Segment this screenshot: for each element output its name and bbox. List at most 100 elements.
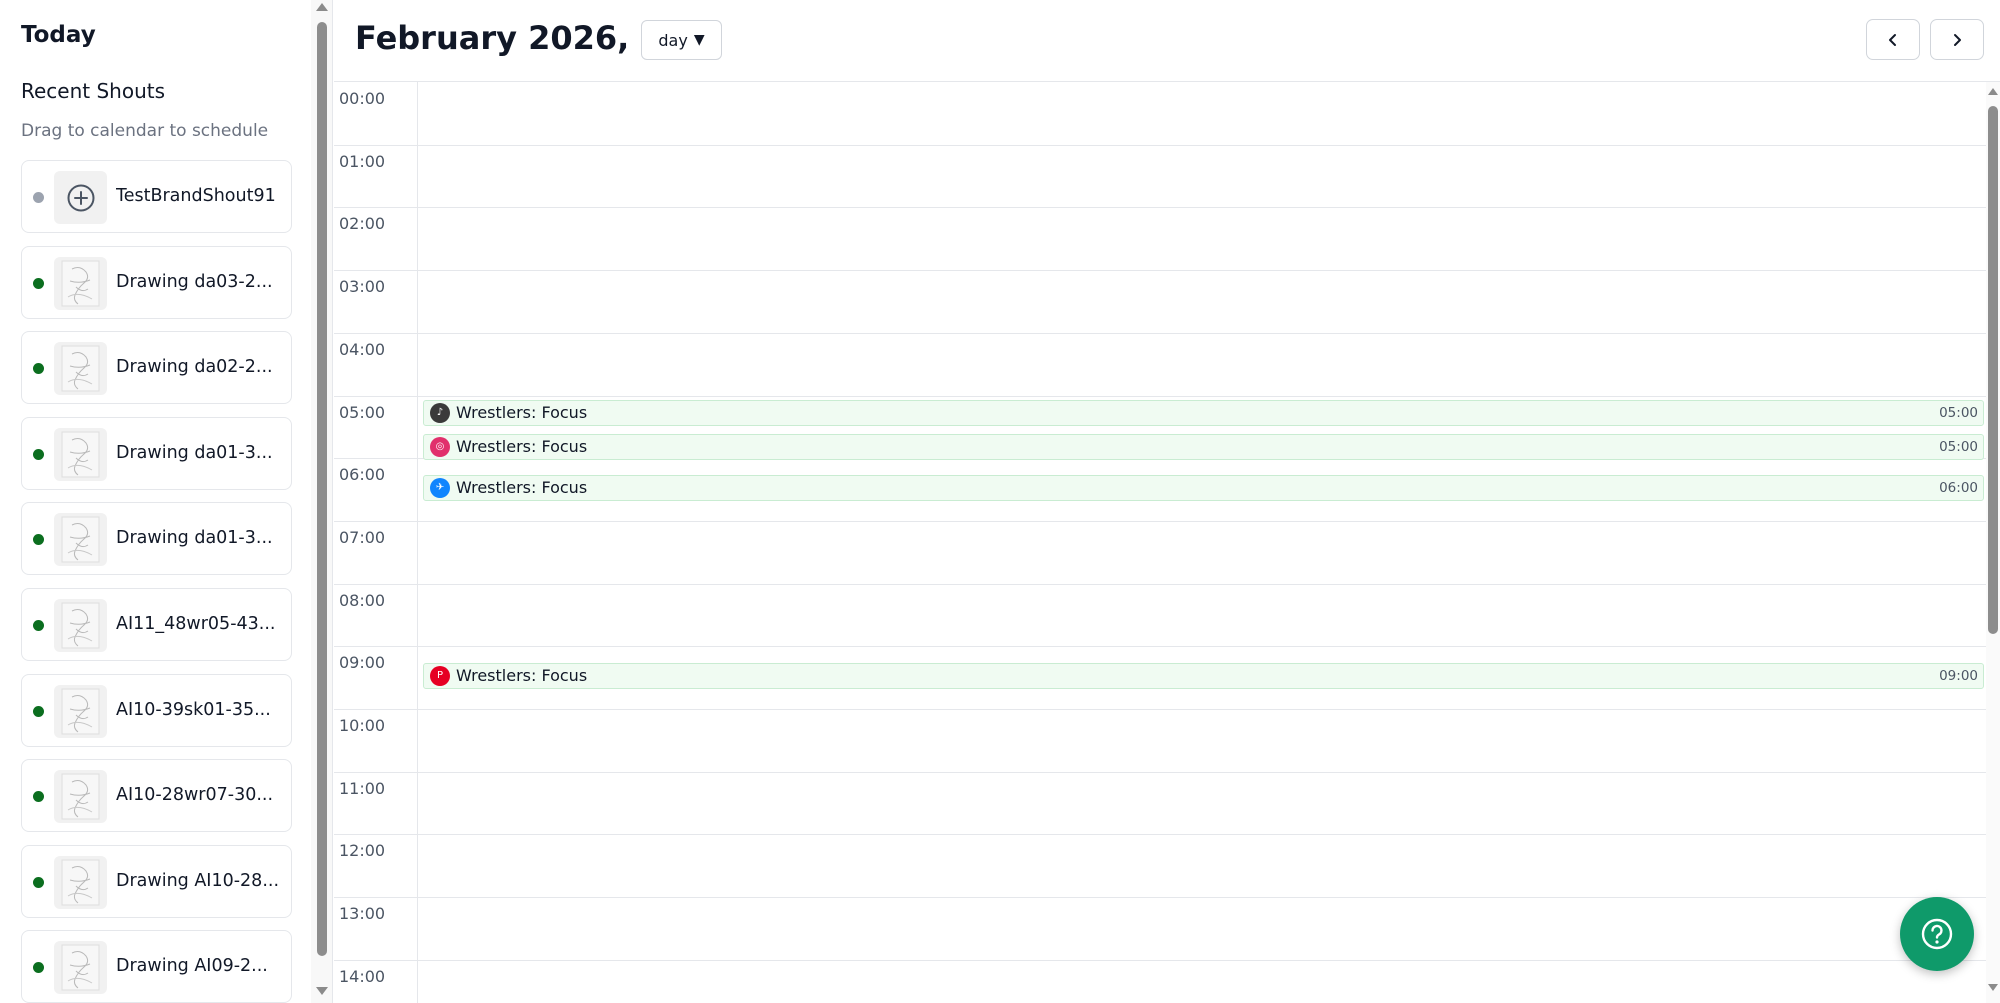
hour-slot-line	[418, 897, 1986, 899]
calendar-scrollbar[interactable]	[1986, 82, 2000, 1003]
shout-title: AI10-39sk01-35...	[116, 699, 271, 720]
sketch-image-icon	[61, 516, 100, 563]
calendar-event[interactable]: P Wrestlers: Focus 09:00	[423, 662, 1984, 689]
gutter-line	[334, 583, 418, 585]
status-dot	[33, 876, 44, 888]
gutter-line	[334, 332, 418, 334]
sidebar-scrollbar[interactable]	[311, 0, 333, 1003]
next-day-button[interactable]	[1930, 19, 1984, 60]
hour-label: 04:00	[339, 339, 386, 359]
hour-label: 12:00	[339, 841, 386, 861]
day-grid[interactable]: 00:00 01:00 02:00 03:00 04:00 05:00 06:00 07:00…	[334, 82, 1986, 1003]
gutter-line	[334, 270, 418, 272]
prev-day-button[interactable]	[1866, 19, 1920, 60]
shout-card[interactable]: Drawing da02-2...	[21, 331, 292, 405]
sketch-image-icon	[61, 773, 100, 820]
shout-card[interactable]: Drawing da03-2...	[21, 245, 292, 319]
view-select[interactable]: day ▼	[641, 20, 722, 60]
drag-hint: Drag to calendar to schedule	[21, 121, 269, 141]
sidebar: Today Recent Shouts Drag to calendar to …	[0, 0, 311, 1003]
calendar-header: February 2026, 4 day ▼	[334, 0, 2000, 82]
status-dot	[33, 448, 44, 460]
shout-card[interactable]: Drawing da01-3...	[21, 416, 292, 490]
hour-slot-line	[418, 395, 1986, 397]
shout-title: Drawing da03-2...	[116, 271, 273, 292]
sketch-image-icon	[61, 859, 100, 906]
sketch-image-icon	[61, 944, 100, 991]
shout-card[interactable]: TestBrandShout91	[21, 160, 292, 233]
shout-title: Drawing AI09-2...	[116, 956, 268, 977]
status-dot	[33, 277, 44, 289]
chevron-left-icon	[1889, 33, 1896, 46]
hour-slot-line	[418, 646, 1986, 648]
shout-card[interactable]: AI11_48wr05-43...	[21, 587, 292, 661]
status-dot	[33, 363, 44, 375]
hour-label: 01:00	[339, 151, 386, 171]
scroll-up-arrow-icon[interactable]	[1988, 88, 1998, 95]
status-dot	[33, 962, 44, 974]
sketch-image-icon	[61, 345, 100, 392]
shout-title: AI10-28wr07-30...	[116, 785, 274, 806]
shout-card[interactable]: AI10-39sk01-35...	[21, 673, 292, 747]
shout-title: AI11_48wr05-43...	[116, 613, 276, 634]
scroll-down-arrow-icon[interactable]	[1988, 984, 1998, 991]
hour-slot-line	[418, 207, 1986, 209]
event-title: Wrestlers: Focus	[456, 666, 588, 686]
shout-title: TestBrandShout91	[116, 186, 276, 206]
shout-card[interactable]: Drawing da01-3...	[21, 502, 292, 576]
help-button[interactable]	[1900, 897, 1974, 971]
hour-slot-line	[418, 771, 1986, 773]
hour-label: 11:00	[339, 778, 386, 798]
shout-title: Drawing da01-3...	[116, 528, 273, 549]
plus-circle-icon	[67, 184, 94, 211]
status-dot	[33, 619, 44, 631]
sketch-image-icon	[61, 688, 100, 735]
sketch-thumbnail	[54, 513, 107, 567]
calendar-event[interactable]: ◎ Wrestlers: Focus 05:00	[423, 433, 1984, 460]
sketch-thumbnail	[54, 427, 107, 481]
view-select-value: day	[658, 30, 688, 50]
sketch-image-icon	[61, 260, 100, 307]
calendar-event[interactable]: ✈ Wrestlers: Focus 06:00	[423, 474, 1984, 501]
time-gutter: 00:00 01:00 02:00 03:00 04:00 05:00 06:00 07:00…	[334, 82, 418, 1003]
gutter-line	[334, 395, 418, 397]
hour-slot-line	[418, 520, 1986, 522]
hour-label: 13:00	[339, 904, 386, 924]
help-circle-icon	[1921, 918, 1953, 950]
shout-title: Drawing AI10-28...	[116, 870, 280, 891]
calendar-event[interactable]: ♪ Wrestlers: Focus 05:00	[423, 399, 1984, 426]
calendar-scroll-thumb[interactable]	[1988, 106, 1998, 634]
sketch-image-icon	[61, 602, 100, 649]
event-title: Wrestlers: Focus	[456, 478, 588, 498]
gutter-line	[334, 959, 418, 961]
add-shout-thumbnail	[54, 171, 107, 224]
event-time: 05:00	[1939, 438, 1978, 455]
scroll-up-arrow-icon[interactable]	[316, 3, 328, 11]
sidebar-scroll-thumb[interactable]	[317, 22, 327, 956]
shout-card[interactable]: Drawing AI10-28...	[21, 844, 292, 918]
scroll-down-arrow-icon[interactable]	[316, 987, 328, 995]
event-title: Wrestlers: Focus	[456, 403, 588, 422]
gutter-line	[334, 709, 418, 710]
sketch-thumbnail	[54, 770, 107, 824]
pinterest-icon: P	[430, 665, 450, 686]
hour-slot-line	[418, 834, 1986, 836]
shout-list: TestBrandShout91 Drawing da03-2... Drawing…	[21, 160, 292, 1003]
sketch-image-icon	[61, 431, 100, 478]
sketch-thumbnail	[54, 855, 107, 909]
hour-label: 08:00	[339, 590, 386, 610]
gutter-line	[334, 520, 418, 522]
shout-card[interactable]: AI10-28wr07-30...	[21, 759, 292, 833]
hour-label: 09:00	[339, 653, 386, 673]
instagram-icon: ◎	[430, 436, 450, 457]
hour-label: 05:00	[339, 402, 386, 422]
status-dot	[33, 705, 44, 717]
today-heading: Today	[21, 22, 96, 48]
status-dot	[33, 192, 44, 203]
gutter-line	[334, 771, 418, 773]
event-title: Wrestlers: Focus	[456, 437, 588, 457]
gutter-line	[334, 458, 418, 460]
event-time: 05:00	[1939, 404, 1978, 421]
shout-card[interactable]: Drawing AI09-2...	[21, 930, 292, 1003]
bluesky-icon: ✈	[430, 477, 450, 498]
